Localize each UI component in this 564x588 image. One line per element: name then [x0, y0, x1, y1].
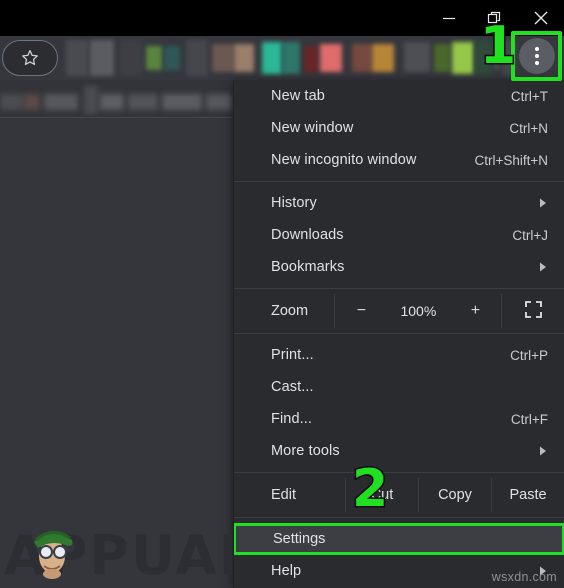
chrome-main-menu: New tab Ctrl+T New window Ctrl+N New inc…: [233, 80, 564, 588]
star-icon: [20, 48, 40, 68]
bookmark-item[interactable]: [320, 44, 342, 72]
menu-item-new-incognito-window[interactable]: New incognito window Ctrl+Shift+N: [234, 144, 564, 176]
menu-item-shortcut: Ctrl+J: [512, 227, 548, 243]
copy-button[interactable]: Copy: [418, 478, 491, 512]
menu-separator: [234, 517, 564, 518]
menu-item-print[interactable]: Print... Ctrl+P: [234, 339, 564, 371]
menu-separator: [234, 333, 564, 334]
menu-item-shortcut: Ctrl+N: [509, 120, 548, 136]
content-divider: [0, 117, 232, 118]
bookmark-item[interactable]: [434, 44, 450, 72]
menu-item-label: Downloads: [271, 227, 344, 243]
blurred-item: [162, 94, 202, 110]
minimize-icon: [442, 11, 456, 25]
menu-item-shortcut: Ctrl+F: [510, 411, 548, 427]
menu-item-label: Settings: [273, 531, 326, 547]
menu-item-new-window[interactable]: New window Ctrl+N: [234, 112, 564, 144]
bookmark-item[interactable]: [90, 40, 114, 76]
close-icon: [533, 10, 549, 26]
bookmark-item[interactable]: [234, 44, 254, 72]
menu-item-more-tools[interactable]: More tools: [234, 435, 564, 467]
menu-row-edit: Edit Cut Copy Paste: [234, 478, 564, 512]
blurred-item: [128, 94, 158, 110]
menu-item-downloads[interactable]: Downloads Ctrl+J: [234, 219, 564, 251]
menu-item-shortcut: Ctrl+P: [510, 347, 548, 363]
bookmark-item[interactable]: [452, 42, 474, 74]
bookmark-item[interactable]: [164, 46, 180, 70]
dot: [535, 61, 539, 65]
minimize-button[interactable]: [426, 0, 472, 36]
bookmark-item[interactable]: [404, 42, 430, 72]
fullscreen-button[interactable]: [501, 294, 564, 328]
blurred-item: [206, 94, 232, 110]
bookmark-item[interactable]: [304, 46, 318, 72]
bookmark-item[interactable]: [120, 40, 142, 76]
bookmark-item[interactable]: [352, 44, 372, 72]
bookmark-star-button[interactable]: [2, 40, 58, 76]
menu-item-label: Cast...: [271, 379, 314, 395]
three-dot-menu-button[interactable]: [519, 38, 555, 74]
chevron-right-icon: [538, 197, 548, 209]
menu-item-shortcut: Ctrl+T: [510, 88, 548, 104]
menu-item-bookmarks[interactable]: Bookmarks: [234, 251, 564, 283]
menu-item-cast[interactable]: Cast...: [234, 371, 564, 403]
paste-button[interactable]: Paste: [491, 478, 564, 512]
zoom-level-value: 100%: [400, 303, 437, 319]
bookmark-item[interactable]: [262, 42, 282, 74]
fullscreen-icon: [524, 300, 542, 322]
menu-item-settings[interactable]: Settings: [234, 523, 564, 555]
zoom-in-button[interactable]: +: [449, 302, 501, 320]
menu-separator: [234, 181, 564, 182]
menu-separator: [234, 288, 564, 289]
menu-item-new-tab[interactable]: New tab Ctrl+T: [234, 80, 564, 112]
bookmark-item[interactable]: [66, 40, 88, 76]
bookmark-item[interactable]: [372, 44, 394, 72]
blurred-item: [100, 94, 124, 110]
menu-item-label: New tab: [271, 88, 325, 104]
site-watermark: wsxdn.com: [491, 570, 557, 584]
bookmark-item[interactable]: [186, 40, 208, 76]
edit-label: Edit: [271, 487, 296, 503]
menu-item-label: New incognito window: [271, 152, 417, 168]
annotation-step-1: 1: [478, 16, 517, 76]
dot: [535, 47, 539, 51]
menu-item-label: New window: [271, 120, 354, 136]
blurred-item: [0, 94, 24, 110]
menu-item-label: Print...: [271, 347, 314, 363]
menu-item-find[interactable]: Find... Ctrl+F: [234, 403, 564, 435]
settings-highlight-wrapper: Settings: [234, 523, 564, 555]
menu-item-history[interactable]: History: [234, 187, 564, 219]
annotation-step-2: 2: [350, 459, 389, 519]
menu-item-label: More tools: [271, 443, 340, 459]
dot: [535, 54, 539, 58]
bookmark-item[interactable]: [146, 46, 162, 70]
blurred-item: [24, 94, 40, 110]
menu-row-zoom: Zoom − 100% +: [234, 294, 564, 328]
zoom-out-button[interactable]: −: [335, 302, 387, 320]
blurred-item: [84, 86, 98, 114]
zoom-label: Zoom: [271, 303, 309, 319]
menu-item-shortcut: Ctrl+Shift+N: [474, 152, 548, 168]
menu-item-label: Bookmarks: [271, 259, 345, 275]
bookmark-item[interactable]: [282, 42, 300, 74]
menu-item-label: Find...: [271, 411, 312, 427]
bookmark-item[interactable]: [212, 44, 234, 72]
menu-item-label: Help: [271, 563, 302, 579]
chevron-right-icon: [538, 445, 548, 457]
menu-item-label: History: [271, 195, 317, 211]
zoom-controls: − 100% +: [334, 294, 501, 328]
menu-separator: [234, 472, 564, 473]
chevron-right-icon: [538, 261, 548, 273]
blurred-item: [44, 94, 78, 110]
